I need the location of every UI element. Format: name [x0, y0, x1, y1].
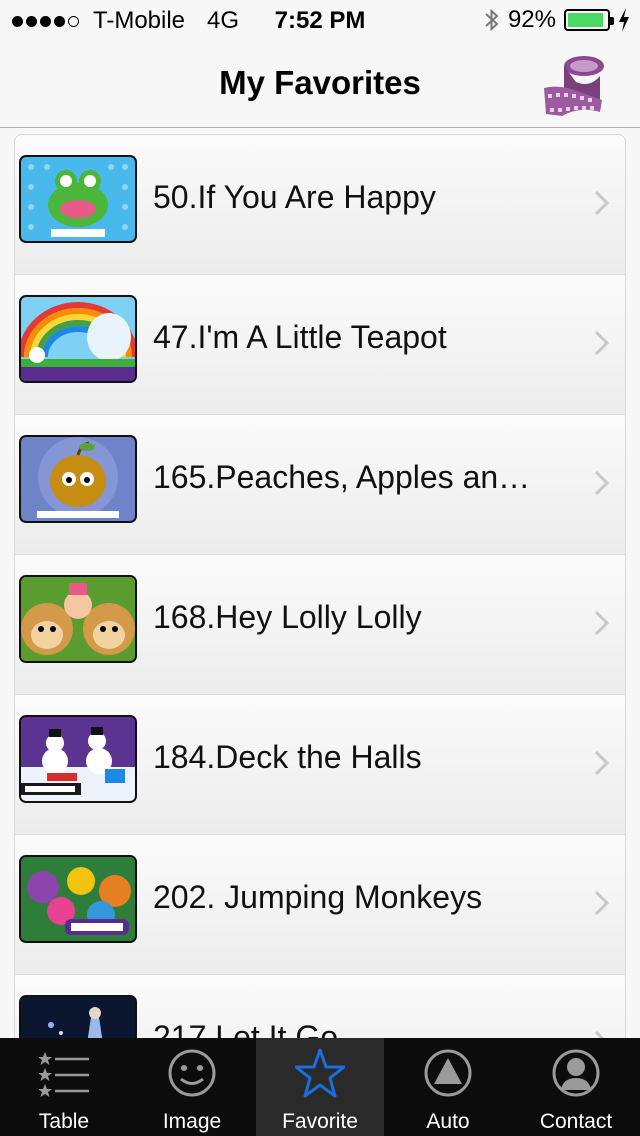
list-item[interactable]: 165.Peaches, Apples an… — [15, 415, 625, 555]
snowmen-thumbnail-art — [21, 717, 135, 801]
tab-label: Table — [38, 1110, 90, 1133]
navigation-bar: My Favorites — [0, 40, 640, 128]
screen: T-Mobile 4G 7:52 PM 92% My Favorites 50.… — [0, 0, 640, 1136]
video-thumbnail — [19, 295, 137, 383]
favorite-title: 217.Let It Go — [153, 1019, 339, 1038]
teapot-thumbnail-art — [21, 302, 135, 381]
star-icon — [295, 1048, 345, 1098]
list-item[interactable]: 50.If You Are Happy — [15, 135, 625, 275]
tab-label: Favorite — [282, 1110, 358, 1133]
list-stars-icon — [39, 1052, 89, 1097]
favorite-title: 50.If You Are Happy — [153, 179, 436, 215]
tab-auto[interactable]: Auto — [384, 1038, 512, 1136]
chevron-right-icon — [594, 330, 610, 356]
list-item[interactable]: 202. Jumping Monkeys — [15, 835, 625, 975]
list-item[interactable]: 184.Deck the Halls — [15, 695, 625, 835]
favorite-title: 168.Hey Lolly Lolly — [153, 599, 422, 635]
favorite-title: 165.Peaches, Apples an… — [153, 459, 531, 495]
battery-percent: 92% — [507, 6, 556, 33]
favorite-title: 202. Jumping Monkeys — [153, 879, 483, 915]
video-thumbnail — [19, 995, 137, 1038]
tab-label: Contact — [539, 1110, 613, 1133]
smiley-icon — [168, 1049, 216, 1097]
status-right: 92% — [484, 6, 630, 34]
person-icon — [552, 1049, 600, 1097]
list-item[interactable]: 217.Let It Go — [15, 975, 625, 1038]
chevron-right-icon — [594, 610, 610, 636]
video-thumbnail — [19, 575, 137, 663]
tab-favorite[interactable]: Favorite — [256, 1038, 384, 1136]
chevron-right-icon — [594, 1030, 605, 1038]
battery-cap — [610, 17, 614, 25]
tab-image[interactable]: Image — [128, 1038, 256, 1136]
status-bar: T-Mobile 4G 7:52 PM 92% — [0, 0, 640, 40]
tab-contact[interactable]: Contact — [512, 1038, 640, 1136]
favorites-list: 50.If You Are Happy 47.I'm A Little Teap… — [14, 134, 626, 1038]
video-thumbnail — [19, 715, 137, 803]
favorite-title: 47.I'm A Little Teapot — [153, 319, 447, 355]
monkeys-thumbnail-art — [21, 577, 135, 661]
chevron-right-icon — [594, 190, 610, 216]
frog-thumbnail-art — [28, 164, 128, 237]
battery-level — [568, 13, 603, 27]
triangle-icon — [424, 1049, 472, 1097]
chevron-right-icon — [594, 890, 610, 916]
video-thumbnail — [19, 155, 137, 243]
battery-icon — [564, 9, 614, 31]
bluetooth-icon — [485, 8, 499, 32]
tab-label: Auto — [426, 1110, 470, 1133]
tab-table[interactable]: Table — [0, 1038, 128, 1136]
tab-bar: Table Image Favorite Auto Contact — [0, 1038, 640, 1136]
tab-label: Image — [162, 1110, 222, 1133]
favorite-title: 184.Deck the Halls — [153, 739, 422, 775]
let-it-go-thumbnail-art — [21, 997, 135, 1038]
film-reel-icon[interactable] — [540, 48, 610, 120]
charging-bolt-icon — [619, 8, 629, 32]
apple-thumbnail-art — [37, 437, 119, 518]
chevron-right-icon — [594, 750, 610, 776]
video-thumbnail — [19, 435, 137, 523]
video-thumbnail — [19, 855, 137, 943]
list-item[interactable]: 168.Hey Lolly Lolly — [15, 555, 625, 695]
jumping-monkeys-thumbnail-art — [21, 857, 135, 941]
list-item[interactable]: 47.I'm A Little Teapot — [15, 275, 625, 415]
chevron-right-icon — [594, 470, 610, 496]
